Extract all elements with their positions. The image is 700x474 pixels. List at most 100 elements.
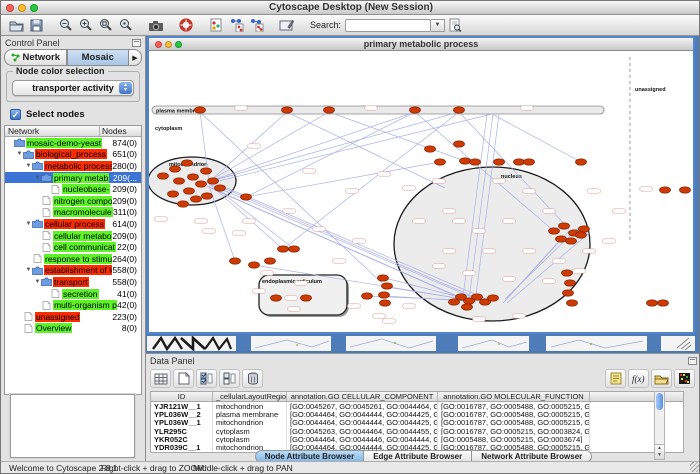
heatmap-icon[interactable] [674, 369, 695, 388]
table-cell[interactable]: plasma membrane [213, 410, 287, 418]
search-settings-icon[interactable] [445, 16, 465, 34]
network-node[interactable] [191, 196, 202, 202]
tab-mosaic[interactable]: Mosaic [67, 49, 130, 66]
tree-row[interactable]: ▼establishment of lo558(0) [5, 265, 141, 277]
table-cell[interactable]: YJR121W__1 [151, 402, 213, 410]
network-node[interactable] [462, 304, 473, 310]
network-node[interactable] [158, 173, 169, 179]
network-node[interactable] [488, 295, 499, 301]
table-row[interactable]: YLR295Ccytoplasm[GO:0045263, GO:0044464,… [151, 427, 683, 435]
network-node[interactable] [282, 107, 293, 113]
network-node[interactable] [410, 107, 421, 113]
table-cell[interactable]: YPL036W__1 [151, 419, 213, 427]
network-node[interactable] [680, 187, 691, 193]
network-node[interactable] [301, 295, 312, 301]
tree-row[interactable]: mosaic-demo-yeast874(0) [5, 137, 141, 149]
tree-node-label[interactable]: metabolic process [44, 161, 112, 171]
delete-attribute-icon[interactable] [242, 369, 263, 388]
table-cell[interactable]: [GO:0016787, GO:0005488, GO:0005215, G..… [438, 410, 590, 418]
tree-node-label[interactable]: cellular process [44, 219, 105, 229]
network-window-titlebar[interactable]: primary metabolic process [149, 38, 693, 51]
zoom-in-icon[interactable] [76, 16, 96, 34]
tree-row[interactable]: response to stimul264(0) [5, 253, 141, 265]
network-node[interactable] [202, 193, 213, 199]
network-node[interactable] [178, 201, 189, 207]
network-node[interactable] [470, 159, 481, 165]
network-node[interactable] [215, 185, 226, 191]
table-cell[interactable]: YPL036W__2 [151, 410, 213, 418]
tree-row[interactable]: cell communicat22(0) [5, 241, 141, 253]
network-node[interactable] [170, 166, 181, 172]
network-node[interactable] [249, 262, 260, 268]
help-icon[interactable] [176, 16, 196, 34]
table-cell[interactable]: YKR052C [151, 435, 213, 443]
resize-grip[interactable] [690, 462, 700, 472]
network-node[interactable] [362, 293, 373, 299]
zoom-out-icon[interactable] [56, 16, 76, 34]
network-node[interactable] [647, 300, 658, 306]
table-row[interactable]: YPL036W__1mitochondrion[GO:0044464, GO:0… [151, 419, 683, 427]
notes-icon[interactable] [605, 369, 626, 388]
table-cell[interactable]: [GO:0016787, GO:0005215, GO:0003824, G..… [438, 427, 590, 435]
network-node[interactable] [559, 223, 570, 229]
table-column-header[interactable]: annotation.GO CELLULAR_COMPONENT [287, 392, 438, 401]
tab-network[interactable]: Network [4, 49, 67, 66]
vizmapper-icon[interactable] [206, 16, 226, 34]
matrix-icon[interactable] [150, 369, 171, 388]
network-node[interactable] [201, 168, 212, 174]
tree-node-label[interactable]: biological_process [35, 149, 107, 159]
select-nodes-checkbox[interactable]: ✓ [10, 109, 21, 120]
network-node[interactable] [382, 283, 393, 289]
tree-node-label[interactable]: response to stimul [44, 254, 112, 264]
open-icon[interactable] [6, 16, 26, 34]
search-dropdown-arrow[interactable]: ▼ [431, 19, 445, 32]
network-node[interactable] [566, 238, 577, 244]
network-node[interactable] [562, 270, 573, 276]
table-cell[interactable]: mitochondrion [213, 419, 287, 427]
tree-expand-arrow[interactable]: ▼ [25, 267, 32, 273]
tree-expand-arrow[interactable]: ▼ [34, 279, 41, 285]
tree-row[interactable]: ▼transport558(0) [5, 276, 141, 288]
table-row[interactable]: YJR121W__1mitochondrion[GO:0045267, GO:0… [151, 402, 683, 410]
network-node[interactable] [380, 300, 391, 306]
table-column-header[interactable]: _cellularLayoutRegion [213, 392, 287, 401]
table-column-header[interactable]: ID [151, 392, 213, 401]
network-node[interactable] [660, 187, 671, 193]
table-scrollbar-thumb[interactable] [656, 393, 663, 410]
table-cell[interactable]: cytoplasm [213, 427, 287, 435]
network-node[interactable] [230, 258, 241, 264]
network-node[interactable] [576, 159, 587, 165]
tree-node-label[interactable]: secretion [62, 289, 99, 299]
network-node[interactable] [324, 107, 335, 113]
float-data-panel-icon[interactable] [688, 357, 697, 365]
zoom-fit-icon[interactable] [116, 16, 136, 34]
network-node[interactable] [472, 294, 483, 300]
table-cell[interactable]: [GO:0045267, GO:0045261, GO:0044464, G..… [287, 402, 438, 410]
network-node[interactable] [567, 300, 578, 306]
network-node[interactable] [174, 178, 185, 184]
float-panel-icon[interactable] [132, 39, 141, 47]
network-node[interactable] [182, 160, 193, 166]
tree-row[interactable]: nucleobase-209(0) [5, 183, 141, 195]
new-network-from-selection-edges-icon[interactable] [246, 16, 266, 34]
tree-row[interactable]: cellular metabo209(0) [5, 230, 141, 242]
tree-row[interactable]: secretion41(0) [5, 288, 141, 300]
tree-expand-arrow[interactable]: ▼ [25, 221, 32, 227]
snapshot-icon[interactable] [146, 16, 166, 34]
network-node[interactable] [278, 246, 289, 252]
table-column-header[interactable]: annotation.GO MOLECULAR_FUNCTION [438, 392, 590, 401]
table-cell[interactable]: [GO:0016787, GO:0005488, GO:0005215, G..… [438, 402, 590, 410]
table-cell[interactable]: [GO:0044464, GO:0044444, GO:0044425, G..… [287, 410, 438, 418]
background-windows-strip[interactable] [147, 336, 695, 353]
network-canvas[interactable]: plasma membrane cytoplasm mitochondrion … [149, 51, 693, 332]
zoom-selected-icon[interactable] [96, 16, 116, 34]
table-cell[interactable]: [GO:0045263, GO:0044464, GO:0044455, G..… [287, 427, 438, 435]
table-cell[interactable]: cytoplasm [213, 435, 287, 443]
tree-row[interactable]: Overview8(0) [5, 323, 141, 335]
node-color-dropdown[interactable]: transporter activity ▲▼ [12, 80, 134, 96]
network-node[interactable] [195, 107, 206, 113]
tree-node-label[interactable]: unassigned [35, 312, 80, 322]
tree-node-label[interactable]: establishment of lo [44, 265, 112, 275]
tree-row[interactable]: ▼metabolic process280(0) [5, 160, 141, 172]
network-node[interactable] [579, 226, 590, 232]
